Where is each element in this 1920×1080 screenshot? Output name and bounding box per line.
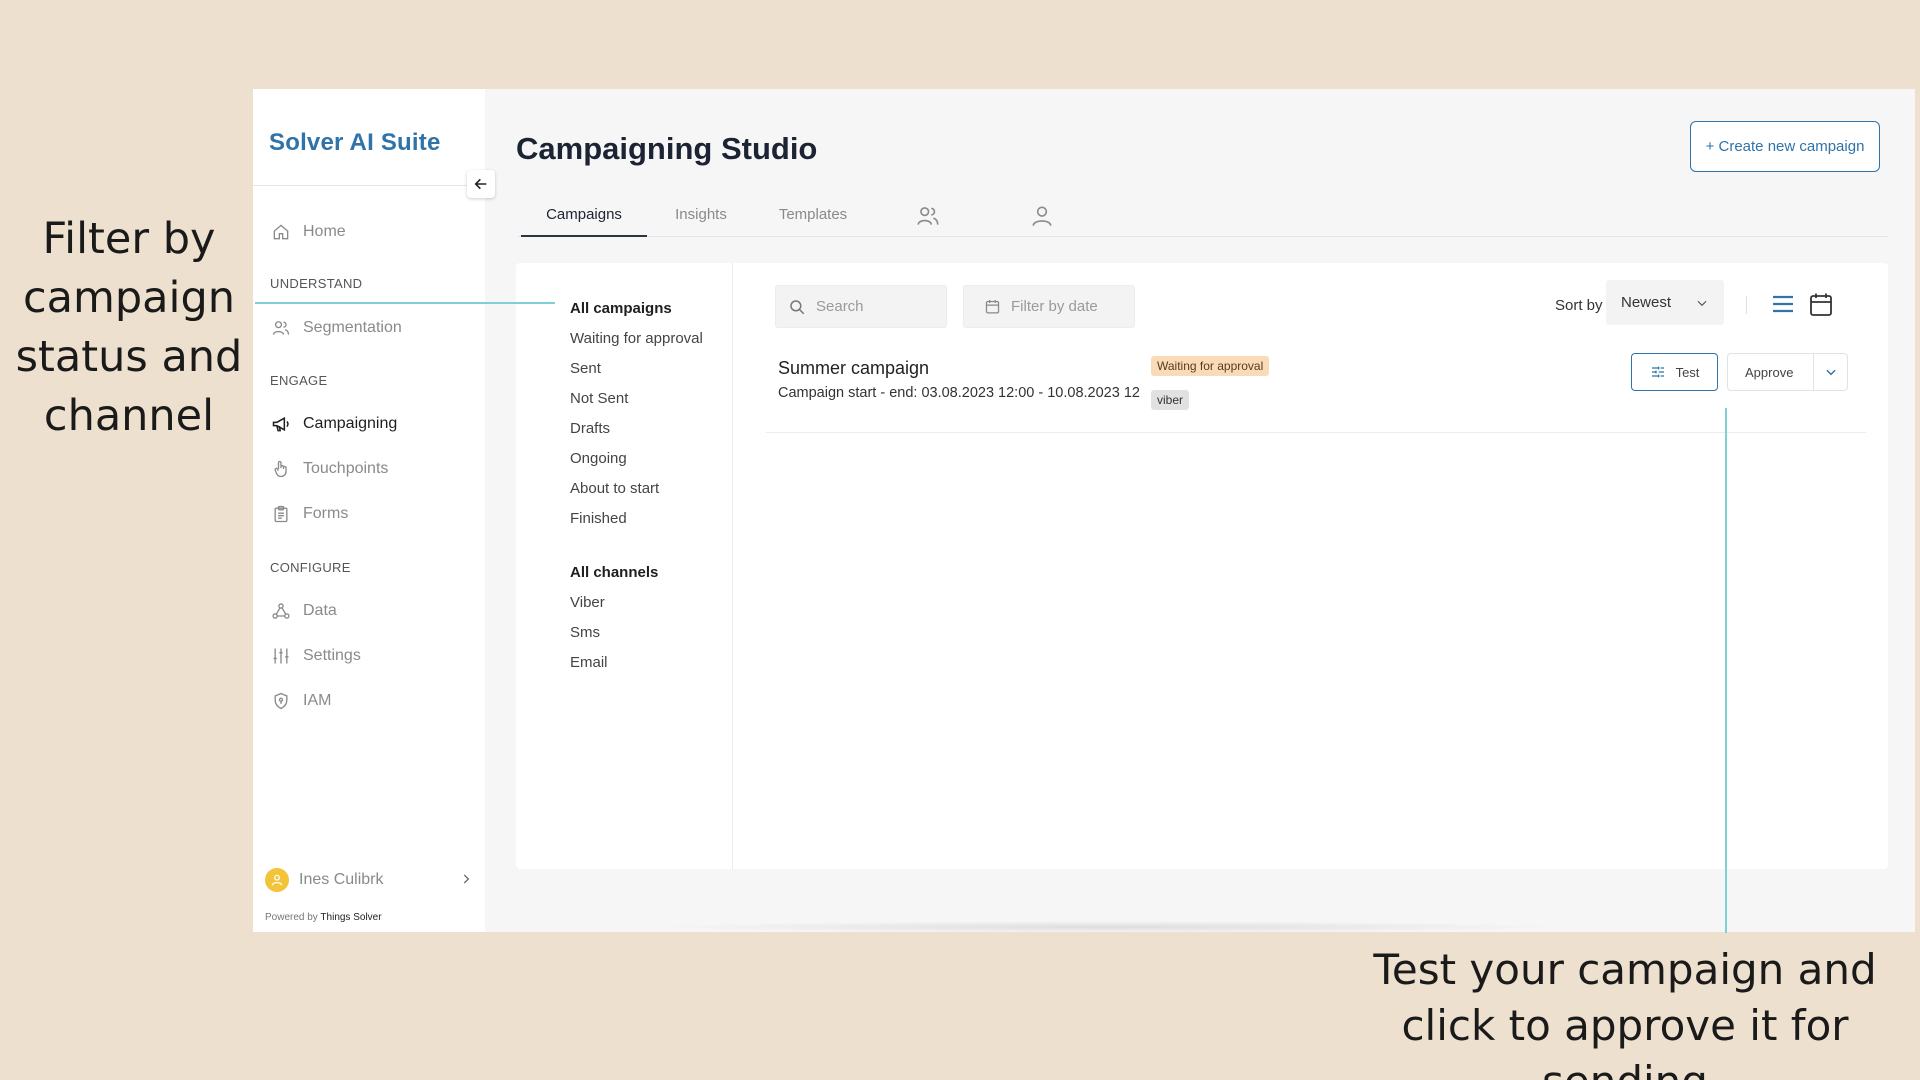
filter-status-item[interactable]: Sent xyxy=(570,360,601,377)
sidebar-item-label: Home xyxy=(303,223,346,240)
section-understand: UNDERSTAND xyxy=(270,276,363,291)
filter-status-item[interactable]: About to start xyxy=(570,480,659,497)
tab-templates[interactable]: Templates xyxy=(758,201,868,237)
tab-user[interactable] xyxy=(1012,201,1072,237)
calendar-view-icon[interactable] xyxy=(1809,292,1833,317)
list-view-icon[interactable] xyxy=(1771,293,1795,315)
user-name: Ines Culibrk xyxy=(299,871,384,888)
campaign-name[interactable]: Summer campaign xyxy=(778,358,929,379)
test-settings-icon xyxy=(1651,366,1664,378)
date-filter-input[interactable]: Filter by date xyxy=(963,285,1135,328)
app-window: Solver AI Suite Home UNDERSTAND Segmenta… xyxy=(253,89,1915,932)
campaign-dates: Campaign start - end: 03.08.2023 12:00 -… xyxy=(778,385,1140,401)
powered-by-prefix: Powered by xyxy=(265,912,318,923)
hand-pointer-icon xyxy=(274,460,287,478)
search-placeholder: Search xyxy=(816,298,864,315)
sidebar-item-label: Settings xyxy=(303,647,361,664)
clipboard-icon xyxy=(274,505,288,523)
network-icon xyxy=(272,603,290,619)
tab-audiences[interactable] xyxy=(898,201,958,237)
filter-status-item[interactable]: Waiting for approval xyxy=(570,330,703,347)
calendar-icon xyxy=(985,300,1000,314)
channel-badge: viber xyxy=(1151,390,1190,410)
status-badge: Waiting for approval xyxy=(1151,356,1270,376)
filter-status-item[interactable]: Ongoing xyxy=(570,450,627,467)
filter-channel-item[interactable]: Viber xyxy=(570,594,605,611)
filter-channel-item[interactable]: Email xyxy=(570,654,608,671)
page-title: Campaigning Studio xyxy=(516,131,818,166)
filter-status-item[interactable]: Finished xyxy=(570,510,627,527)
sidebar-item-label: Data xyxy=(303,602,337,619)
user-profile[interactable]: Ines Culibrk xyxy=(265,868,470,892)
section-engage: ENGAGE xyxy=(270,373,328,388)
test-campaign-button[interactable]: Test xyxy=(1631,353,1718,391)
test-button-label: Test xyxy=(1675,364,1700,380)
tab-campaigns[interactable]: Campaigns xyxy=(521,201,647,237)
sort-label: Sort by xyxy=(1555,297,1603,314)
user-avatar-icon xyxy=(271,874,283,886)
avatar xyxy=(265,868,289,892)
brand-logo[interactable]: Solver AI Suite xyxy=(269,129,441,157)
tab-insights[interactable]: Insights xyxy=(658,201,744,237)
approve-button[interactable]: Approve xyxy=(1727,353,1848,391)
megaphone-icon xyxy=(272,416,289,432)
filter-channel-item[interactable]: Sms xyxy=(570,624,600,641)
shield-icon xyxy=(274,692,288,710)
sidebar: Solver AI Suite Home UNDERSTAND Segmenta… xyxy=(253,89,485,932)
campaigns-panel: All campaigns Waiting for approval Sent … xyxy=(516,263,1888,869)
powered-by-name[interactable]: Things Solver xyxy=(320,912,381,923)
chevron-right-icon[interactable] xyxy=(459,872,473,886)
sidebar-item-touchpoints[interactable]: Touchpoints xyxy=(271,456,388,482)
date-placeholder: Filter by date xyxy=(1011,298,1098,315)
sidebar-item-label: IAM xyxy=(303,692,332,709)
sidebar-item-label: Segmentation xyxy=(303,319,402,336)
arrow-left-icon xyxy=(474,178,487,190)
filter-all-channels[interactable]: All channels xyxy=(570,564,658,581)
sidebar-item-home[interactable]: Home xyxy=(271,219,346,245)
approve-dropdown-toggle[interactable] xyxy=(1814,365,1847,379)
filter-sidebar: All campaigns Waiting for approval Sent … xyxy=(516,263,733,869)
filter-all-campaigns[interactable]: All campaigns xyxy=(570,300,672,317)
sidebar-item-settings[interactable]: Settings xyxy=(271,643,361,669)
collapse-sidebar-button[interactable] xyxy=(467,170,495,198)
filter-status-item[interactable]: Drafts xyxy=(570,420,610,437)
sidebar-item-segmentation[interactable]: Segmentation xyxy=(271,315,402,341)
campaign-row[interactable]: Summer campaign Campaign start - end: 03… xyxy=(766,343,1866,433)
chevron-down-icon xyxy=(1697,300,1707,306)
powered-by: Powered by Things Solver xyxy=(265,912,382,923)
sidebar-item-label: Campaigning xyxy=(303,415,398,432)
bottom-shadow xyxy=(643,921,1573,932)
users-icon xyxy=(917,207,939,225)
annotation-connector-vertical xyxy=(1725,408,1727,933)
view-divider xyxy=(1746,296,1747,314)
sort-select[interactable]: Newest xyxy=(1606,280,1724,325)
sidebar-item-campaigning[interactable]: Campaigning xyxy=(271,411,397,437)
sidebar-item-label: Forms xyxy=(303,505,349,522)
brand-divider xyxy=(253,185,485,186)
annotation-connector-horizontal xyxy=(255,302,555,304)
create-campaign-button[interactable]: + Create new campaign xyxy=(1690,121,1880,172)
users-icon xyxy=(272,321,290,335)
sidebar-item-iam[interactable]: IAM xyxy=(271,688,331,714)
approve-button-label[interactable]: Approve xyxy=(1728,365,1813,380)
sort-value: Newest xyxy=(1621,294,1672,311)
sidebar-item-forms[interactable]: Forms xyxy=(271,501,348,527)
sliders-icon xyxy=(273,648,289,664)
filter-status-item[interactable]: Not Sent xyxy=(570,390,628,407)
section-configure: CONFIGURE xyxy=(270,560,351,575)
chevron-down-icon xyxy=(1825,369,1836,376)
sidebar-item-label: Touchpoints xyxy=(303,460,389,477)
tab-bar: Campaigns Insights Templates xyxy=(518,201,1888,237)
search-input[interactable]: Search xyxy=(775,285,947,328)
annotation-test-text: Test your campaign and click to approve … xyxy=(1373,945,1877,1080)
sidebar-item-data[interactable]: Data xyxy=(271,598,337,624)
home-icon xyxy=(273,224,289,240)
search-icon xyxy=(790,299,805,314)
user-icon xyxy=(1032,206,1052,227)
annotation-filter-text: Filter by campaign status and channel xyxy=(15,214,243,441)
